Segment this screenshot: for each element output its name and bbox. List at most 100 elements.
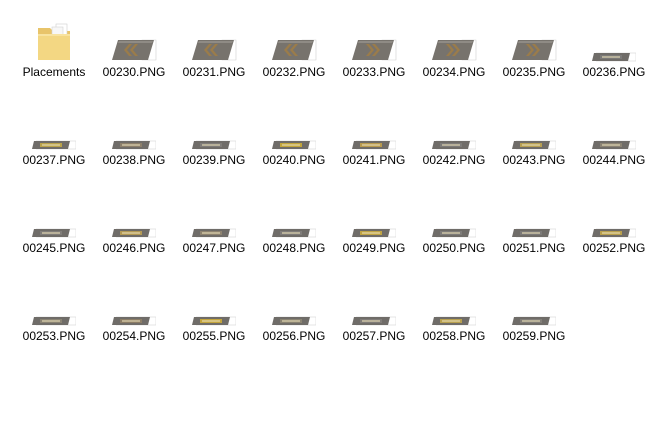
png-thumbnail-icon [94,16,174,62]
file-name-label: 00241.PNG [342,153,406,167]
file-item[interactable]: 00242.PNG [414,104,494,192]
file-name-label: 00233.PNG [342,65,406,79]
file-item[interactable]: 00245.PNG [14,192,94,280]
png-thumbnail-icon [14,280,94,326]
png-thumbnail-icon [94,192,174,238]
file-name-label: 00235.PNG [502,65,566,79]
png-thumbnail-icon [254,280,334,326]
file-name-label: 00258.PNG [422,329,486,343]
file-item[interactable]: 00256.PNG [254,280,334,368]
png-thumbnail-icon [94,104,174,150]
file-item[interactable]: 00231.PNG [174,16,254,104]
png-thumbnail-icon [574,192,654,238]
png-thumbnail-icon [334,16,414,62]
file-item[interactable]: 00239.PNG [174,104,254,192]
file-explorer-content-pane: Placements 00230.PNG 00231.PNG 00232.PNG 002… [0,0,656,441]
file-name-label: 00250.PNG [422,241,486,255]
file-item[interactable]: 00250.PNG [414,192,494,280]
file-name-label: 00251.PNG [502,241,566,255]
file-name-label: 00259.PNG [502,329,566,343]
file-item[interactable]: 00233.PNG [334,16,414,104]
file-item[interactable]: 00254.PNG [94,280,174,368]
file-item[interactable]: 00241.PNG [334,104,414,192]
png-thumbnail-icon [494,16,574,62]
file-name-label: 00236.PNG [582,65,646,79]
file-name-label: Placements [22,65,86,79]
file-name-label: 00234.PNG [422,65,486,79]
file-item[interactable]: 00248.PNG [254,192,334,280]
file-item[interactable]: 00237.PNG [14,104,94,192]
file-name-label: 00232.PNG [262,65,326,79]
file-name-label: 00239.PNG [182,153,246,167]
double-chevron-right-icon [352,39,397,61]
png-thumbnail-icon [174,104,254,150]
png-thumbnail-icon [494,280,574,326]
png-thumbnail-icon [254,192,334,238]
file-item[interactable]: 00258.PNG [414,280,494,368]
png-thumbnail-icon [574,104,654,150]
file-item[interactable]: 00247.PNG [174,192,254,280]
png-thumbnail-icon [174,280,254,326]
file-item[interactable]: 00235.PNG [494,16,574,104]
file-grid: Placements 00230.PNG 00231.PNG 00232.PNG 002… [14,16,654,368]
file-name-label: 00237.PNG [22,153,86,167]
png-thumbnail-icon [494,192,574,238]
png-thumbnail-icon [414,192,494,238]
file-item[interactable]: 00255.PNG [174,280,254,368]
double-chevron-right-icon [512,39,557,61]
file-name-label: 00244.PNG [582,153,646,167]
file-name-label: 00255.PNG [182,329,246,343]
file-name-label: 00238.PNG [102,153,166,167]
file-item[interactable]: 00236.PNG [574,16,654,104]
file-item[interactable]: 00230.PNG [94,16,174,104]
png-thumbnail-icon [94,280,174,326]
file-name-label: 00252.PNG [582,241,646,255]
file-item[interactable]: 00249.PNG [334,192,414,280]
file-name-label: 00253.PNG [22,329,86,343]
file-name-label: 00257.PNG [342,329,406,343]
file-item[interactable]: 00251.PNG [494,192,574,280]
double-chevron-left-icon [112,39,157,61]
file-item[interactable]: 00253.PNG [14,280,94,368]
file-item[interactable]: 00234.PNG [414,16,494,104]
png-thumbnail-icon [414,280,494,326]
png-thumbnail-icon [574,16,654,62]
file-item[interactable]: 00252.PNG [574,192,654,280]
png-thumbnail-icon [254,16,334,62]
folder-item[interactable]: Placements [14,16,94,104]
file-name-label: 00247.PNG [182,241,246,255]
file-item[interactable]: 00259.PNG [494,280,574,368]
double-chevron-left-icon [192,39,237,61]
double-chevron-right-icon [432,39,477,61]
png-thumbnail-icon [334,280,414,326]
file-name-label: 00240.PNG [262,153,326,167]
file-item[interactable]: 00244.PNG [574,104,654,192]
file-name-label: 00249.PNG [342,241,406,255]
file-item[interactable]: 00240.PNG [254,104,334,192]
file-name-label: 00256.PNG [262,329,326,343]
png-thumbnail-icon [14,104,94,150]
file-name-label: 00246.PNG [102,241,166,255]
file-name-label: 00254.PNG [102,329,166,343]
file-name-label: 00231.PNG [182,65,246,79]
folder-icon [14,16,94,62]
png-thumbnail-icon [334,104,414,150]
file-item[interactable]: 00246.PNG [94,192,174,280]
file-item[interactable]: 00257.PNG [334,280,414,368]
png-thumbnail-icon [174,16,254,62]
png-thumbnail-icon [254,104,334,150]
png-thumbnail-icon [14,192,94,238]
file-item[interactable]: 00238.PNG [94,104,174,192]
png-thumbnail-icon [494,104,574,150]
file-name-label: 00230.PNG [102,65,166,79]
file-item[interactable]: 00232.PNG [254,16,334,104]
png-thumbnail-icon [414,16,494,62]
double-chevron-left-icon [272,39,317,61]
png-thumbnail-icon [414,104,494,150]
file-name-label: 00243.PNG [502,153,566,167]
png-thumbnail-icon [174,192,254,238]
png-thumbnail-icon [334,192,414,238]
file-item[interactable]: 00243.PNG [494,104,574,192]
file-name-label: 00242.PNG [422,153,486,167]
file-name-label: 00245.PNG [22,241,86,255]
